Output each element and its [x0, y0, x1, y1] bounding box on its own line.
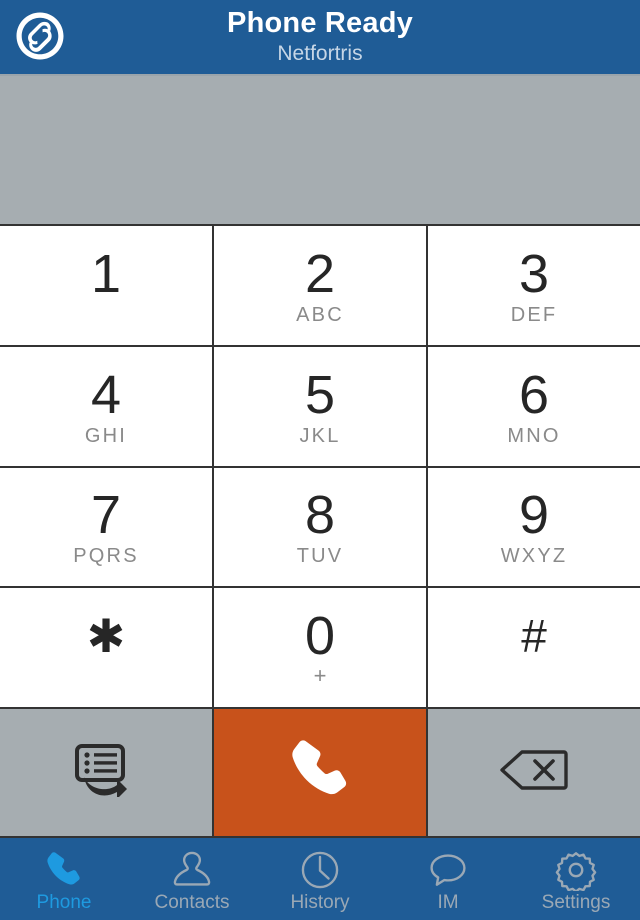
action-row — [0, 709, 640, 838]
phone-dialer-app: Phone Ready Netfortris 1 2 ABC 3 DEF 4 G… — [0, 0, 640, 920]
key-star-digit: ✱ — [86, 610, 126, 663]
key-7-digit: 7 — [90, 485, 122, 546]
tab-history[interactable]: History — [256, 840, 384, 920]
key-6-digit: 6 — [518, 364, 550, 425]
key-2[interactable]: 2 ABC — [214, 226, 426, 345]
key-5-digit: 5 — [304, 364, 336, 425]
key-9-digit: 9 — [518, 485, 550, 546]
key-9[interactable]: 9 WXYZ — [428, 467, 640, 587]
number-display[interactable] — [0, 76, 640, 224]
key-pound[interactable]: # — [428, 588, 640, 707]
key-8-digit: 8 — [304, 485, 336, 546]
tab-settings-label: Settings — [541, 892, 611, 913]
gear-icon — [555, 850, 597, 891]
tab-im[interactable]: IM — [384, 840, 512, 920]
key-star[interactable]: ✱ — [0, 588, 212, 707]
key-3-letters: DEF — [510, 303, 558, 326]
key-6-letters: MNO — [507, 424, 561, 447]
key-2-digit: 2 — [304, 243, 336, 304]
tab-phone-label: Phone — [36, 892, 92, 913]
app-header: Phone Ready Netfortris — [0, 0, 640, 76]
key-5[interactable]: 5 JKL — [214, 346, 426, 466]
key-7[interactable]: 7 PQRS — [0, 467, 212, 587]
key-0-letters: + — [313, 663, 327, 689]
key-8[interactable]: 8 TUV — [214, 467, 426, 587]
netfortris-logo-icon — [12, 8, 68, 64]
key-5-letters: JKL — [299, 424, 341, 447]
page-title: Phone Ready — [227, 7, 413, 39]
key-pound-digit: # — [521, 610, 547, 663]
key-0[interactable]: 0 + — [214, 588, 426, 707]
clock-icon — [299, 850, 341, 890]
key-8-letters: TUV — [296, 545, 344, 568]
key-1-digit: 1 — [90, 243, 122, 304]
key-2-letters: ABC — [296, 303, 344, 326]
key-1[interactable]: 1 — [0, 226, 212, 345]
header-subtitle: Netfortris — [277, 42, 363, 65]
dialpad-grid: 1 2 ABC 3 DEF 4 GHI 5 JKL 6 MNO 7 PQRS 8 — [0, 224, 640, 709]
key-7-letters: PQRS — [73, 545, 139, 568]
backspace-delete-icon — [498, 748, 570, 797]
phone-handset-icon — [43, 850, 85, 890]
key-9-letters: WXYZ — [500, 545, 568, 568]
key-4[interactable]: 4 GHI — [0, 346, 212, 466]
tab-phone[interactable]: Phone — [0, 840, 128, 920]
key-0-digit: 0 — [304, 606, 336, 667]
tab-contacts[interactable]: Contacts — [128, 840, 256, 920]
call-button[interactable] — [214, 709, 426, 836]
key-4-digit: 4 — [90, 364, 122, 425]
tab-im-label: IM — [437, 892, 459, 913]
phone-handset-icon — [285, 735, 355, 810]
key-6[interactable]: 6 MNO — [428, 346, 640, 466]
person-icon — [171, 850, 213, 890]
bottom-tab-bar: Phone Contacts History IM Settings — [0, 838, 640, 920]
call-log-redial-icon — [74, 743, 138, 802]
tab-settings[interactable]: Settings — [512, 840, 640, 920]
tab-contacts-label: Contacts — [154, 892, 230, 913]
key-3-digit: 3 — [518, 243, 550, 304]
chat-bubble-icon — [427, 850, 469, 890]
redial-button[interactable] — [0, 709, 212, 836]
backspace-button[interactable] — [428, 709, 640, 836]
header-titles: Phone Ready Netfortris — [227, 0, 413, 67]
key-3[interactable]: 3 DEF — [428, 226, 640, 345]
key-4-letters: GHI — [84, 424, 128, 447]
tab-history-label: History — [290, 892, 350, 913]
